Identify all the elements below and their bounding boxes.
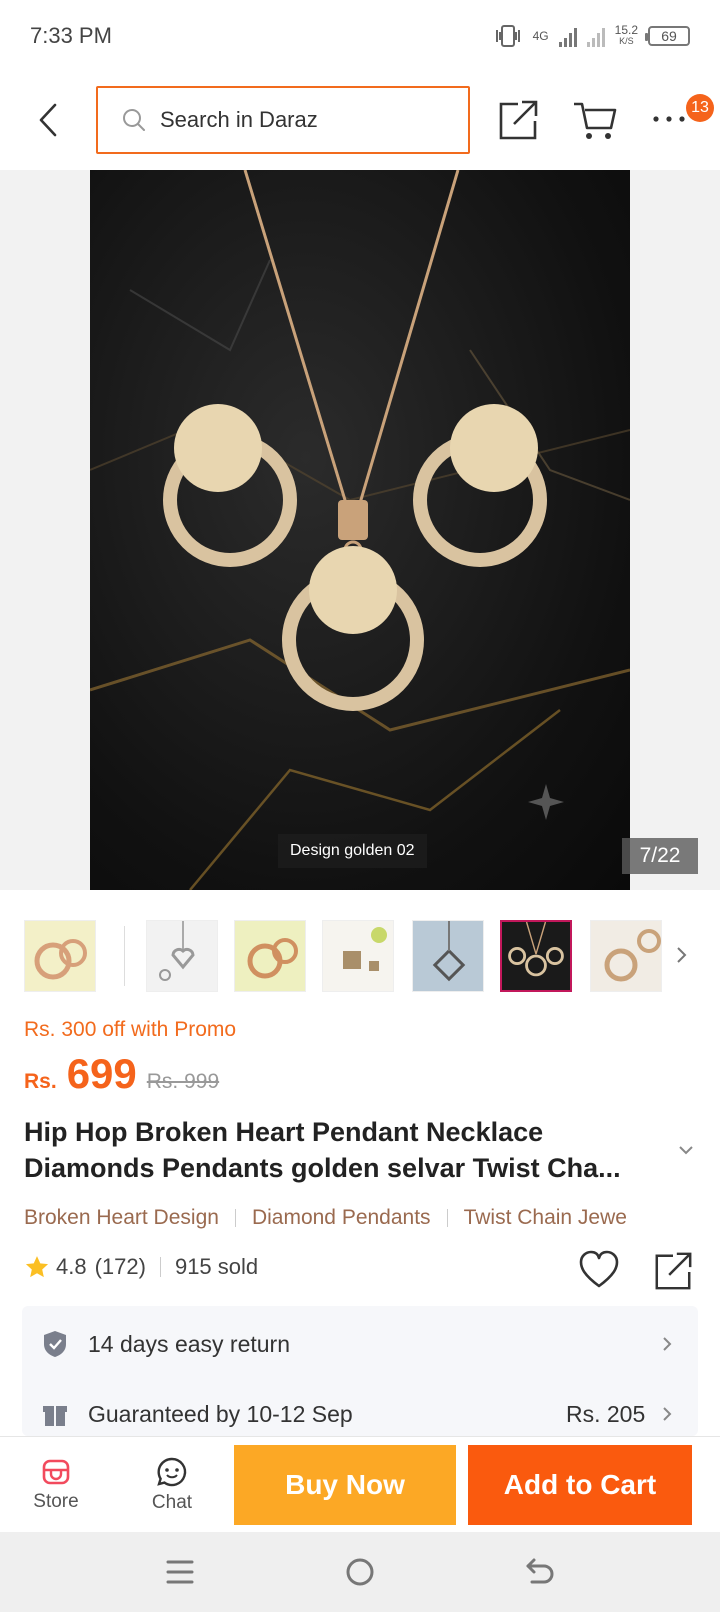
search-input[interactable]: Search in Daraz <box>96 86 470 154</box>
notification-badge: 13 <box>686 94 714 122</box>
share-product-button[interactable] <box>652 1250 694 1292</box>
chat-icon <box>157 1457 187 1487</box>
status-time: 7:33 PM <box>30 23 112 48</box>
thumbnail-5[interactable] <box>412 920 484 992</box>
tag-item[interactable]: Twist Chain Jewe <box>464 1206 627 1230</box>
rating-row[interactable]: 4.8 (172) 915 sold <box>24 1254 258 1280</box>
heart-icon <box>579 1250 619 1288</box>
tag-divider <box>234 1209 236 1227</box>
delivery-label: Guaranteed by 10-12 Sep <box>88 1400 353 1427</box>
store-button[interactable]: Store <box>16 1445 96 1525</box>
cart-button[interactable] <box>572 98 618 142</box>
thumbnail-image <box>247 938 298 979</box>
return-policy-row[interactable]: 14 days easy return <box>22 1316 698 1372</box>
thumbnail-2[interactable] <box>146 920 218 992</box>
tag-item[interactable]: Broken Heart Design <box>24 1206 219 1230</box>
original-price: Rs. 999 <box>146 1070 220 1093</box>
chevron-left-icon <box>39 103 57 137</box>
product-image[interactable] <box>90 170 630 890</box>
price-row: Rs. 699 Rs. 999 <box>24 1050 219 1098</box>
product-title: Hip Hop Broken Heart Pendant Necklace Di… <box>24 1114 674 1186</box>
rating-divider <box>159 1257 161 1277</box>
thumbnail-1[interactable] <box>24 920 96 992</box>
system-nav-bar <box>0 1532 720 1612</box>
delivery-fee: Rs. 205 <box>566 1400 646 1427</box>
signal-icon <box>558 25 577 47</box>
chevron-right-icon <box>663 1337 672 1351</box>
share-icon <box>655 1252 692 1290</box>
search-placeholder: Search in Daraz <box>160 107 318 132</box>
thumbnail-image <box>343 927 387 971</box>
network-label: 4G <box>532 29 549 43</box>
return-policy-label: 14 days easy return <box>88 1330 291 1357</box>
top-header: Search in Daraz 13 <box>0 72 720 168</box>
home-button[interactable] <box>340 1554 380 1590</box>
service-card: 14 days easy return Guaranteed by 10-12 … <box>22 1306 698 1436</box>
thumbnail-divider <box>124 926 125 986</box>
back-button[interactable] <box>30 100 66 140</box>
tag-list: Broken Heart Design Diamond Pendants Twi… <box>24 1200 704 1236</box>
thumbnail-image <box>34 939 87 980</box>
tag-item[interactable]: Diamond Pendants <box>252 1206 431 1230</box>
network-speed: 15.2 K/S <box>614 23 638 47</box>
chevron-down-icon <box>679 1146 693 1155</box>
battery-icon: 69 <box>645 26 690 46</box>
promo-text[interactable]: Rs. 300 off with Promo <box>24 1018 236 1042</box>
chat-button[interactable]: Chat <box>132 1445 212 1525</box>
thumbnail-4[interactable] <box>322 920 394 992</box>
battery-level: 69 <box>661 28 677 44</box>
expand-title-button[interactable] <box>676 1140 696 1160</box>
buy-now-button[interactable]: Buy Now <box>234 1445 456 1525</box>
signal-2-icon <box>586 25 605 47</box>
store-label: Store <box>33 1491 79 1512</box>
share-icon <box>499 100 538 140</box>
star-icon <box>25 1256 49 1278</box>
delivery-row[interactable]: Guaranteed by 10-12 Sep Rs. 205 <box>22 1386 698 1442</box>
thumbnail-6[interactable] <box>500 920 572 992</box>
product-title-line-2: Diamonds Pendants golden selvar Twist Ch… <box>24 1153 621 1183</box>
menu-icon <box>166 1560 194 1584</box>
wishlist-button[interactable] <box>578 1250 620 1290</box>
home-circle-icon <box>346 1558 374 1586</box>
sold-count: 915 sold <box>174 1254 259 1279</box>
thumbnails-next-button[interactable] <box>672 940 692 970</box>
current-price: 699 <box>66 1050 137 1097</box>
cart-icon <box>574 102 617 139</box>
add-to-cart-button[interactable]: Add to Cart <box>468 1445 692 1525</box>
status-icons: 4G 15.2 K/S 69 <box>493 23 690 47</box>
thumbnail-7[interactable] <box>590 920 662 992</box>
rating-count: (172) <box>94 1254 146 1279</box>
back-arrow-icon <box>526 1558 554 1584</box>
jewelry-illustration <box>90 170 630 890</box>
speed-value: 15.2 <box>614 23 638 37</box>
product-title-line-1: Hip Hop Broken Heart Pendant Necklace <box>24 1117 544 1147</box>
product-gallery[interactable]: Design golden 02 7/22 <box>0 170 720 890</box>
chat-label: Chat <box>151 1492 193 1513</box>
speed-unit: K/S <box>619 36 634 46</box>
system-back-button[interactable] <box>520 1554 560 1590</box>
chevron-right-icon <box>677 947 687 963</box>
bottom-action-bar: Store Chat Buy Now Add to Cart <box>0 1436 720 1532</box>
photo-caption: Design golden 02 <box>278 834 427 868</box>
rating-score: 4.8 <box>56 1254 87 1279</box>
thumbnail-strip <box>0 912 720 996</box>
thumbnail-image <box>159 921 195 981</box>
tag-divider <box>446 1209 448 1227</box>
status-bar: 7:33 PM 4G 15.2 K/S 69 <box>0 0 720 72</box>
thumbnail-image <box>604 929 661 982</box>
store-icon <box>42 1459 70 1485</box>
thumbnail-image <box>508 922 564 977</box>
thumbnail-3[interactable] <box>234 920 306 992</box>
share-button[interactable] <box>496 98 540 142</box>
recent-apps-button[interactable] <box>160 1554 200 1590</box>
search-icon <box>123 109 145 131</box>
gift-icon <box>43 1406 67 1426</box>
thumbnail-image <box>432 921 466 982</box>
vibrate-icon <box>495 25 520 47</box>
image-counter: 7/22 <box>622 838 698 874</box>
shield-check-icon <box>44 1331 66 1357</box>
more-icon <box>653 116 685 122</box>
chevron-right-icon <box>663 1407 672 1421</box>
price-currency: Rs. <box>24 1070 57 1093</box>
